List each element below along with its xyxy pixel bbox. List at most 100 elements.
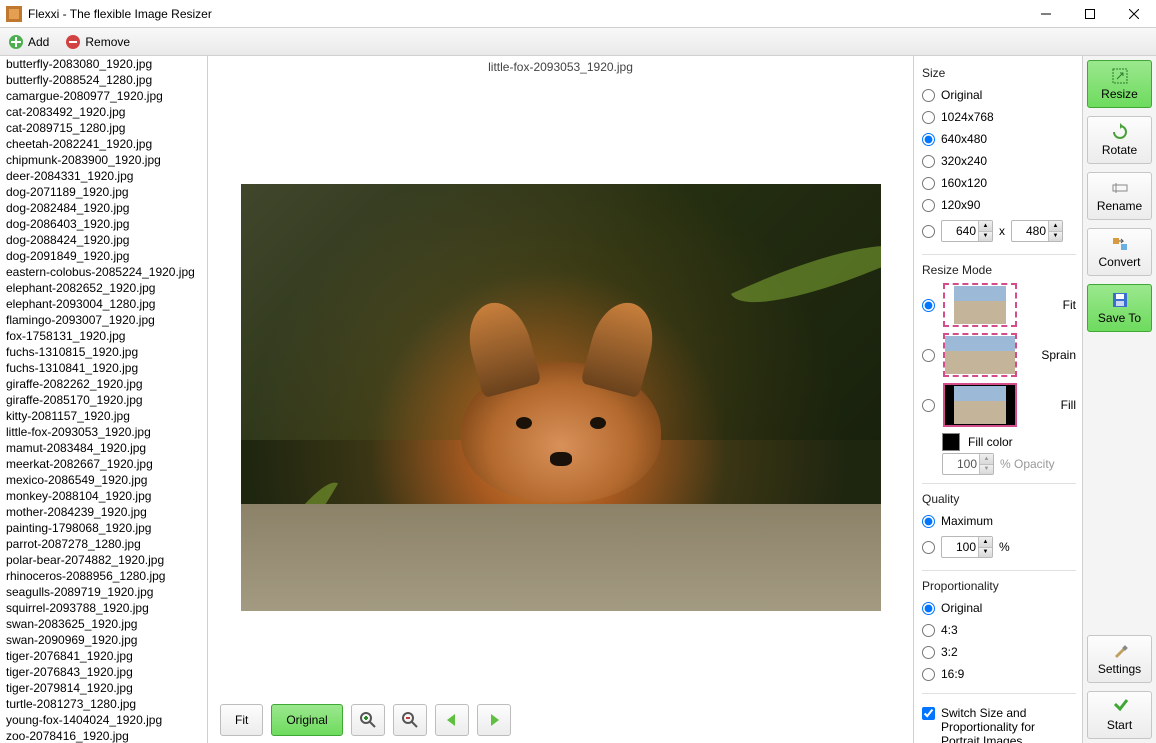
file-item[interactable]: tiger-2076841_1920.jpg [0,648,207,664]
switch-portrait-checkbox[interactable] [922,707,935,720]
file-item[interactable]: butterfly-2088524_1280.jpg [0,72,207,88]
file-item[interactable]: dog-2071189_1920.jpg [0,184,207,200]
file-item[interactable]: fuchs-1310841_1920.jpg [0,360,207,376]
file-item[interactable]: meerkat-2082667_1920.jpg [0,456,207,472]
convert-action[interactable]: Convert [1087,228,1152,276]
custom-width-input[interactable] [942,221,978,241]
file-item[interactable]: cheetah-2082241_1920.jpg [0,136,207,152]
file-item[interactable]: camargue-2080977_1920.jpg [0,88,207,104]
file-item[interactable]: chipmunk-2083900_1920.jpg [0,152,207,168]
quality-pct: % [999,540,1010,554]
settings-panel: Size Original1024x768640x480320x240160x1… [914,56,1082,743]
file-item[interactable]: cat-2083492_1920.jpg [0,104,207,120]
file-item[interactable]: fox-1758131_1920.jpg [0,328,207,344]
size-option-radio[interactable] [922,177,935,190]
file-item[interactable]: giraffe-2082262_1920.jpg [0,376,207,392]
size-option-radio[interactable] [922,155,935,168]
mode-sprain-label: Sprain [1041,348,1076,362]
quality-custom-radio[interactable] [922,541,935,554]
size-custom-radio[interactable] [922,225,935,238]
mode-fill-radio[interactable] [922,399,935,412]
remove-button[interactable]: Remove [61,32,134,52]
next-image-button[interactable] [477,704,511,736]
file-item[interactable]: monkey-2088104_1920.jpg [0,488,207,504]
file-item[interactable]: squirrel-2093788_1920.jpg [0,600,207,616]
fill-color-swatch[interactable] [942,433,960,451]
file-item[interactable]: tiger-2079814_1920.jpg [0,680,207,696]
file-item[interactable]: elephant-2093004_1280.jpg [0,296,207,312]
size-option-radio[interactable] [922,89,935,102]
file-item[interactable]: rhinoceros-2088956_1280.jpg [0,568,207,584]
file-item[interactable]: turtle-2081273_1280.jpg [0,696,207,712]
file-item[interactable]: painting-1798068_1920.jpg [0,520,207,536]
custom-height-spinner[interactable]: ▲▼ [1011,220,1063,242]
rename-icon [1111,179,1129,197]
mode-fit-radio[interactable] [922,299,935,312]
proportionality-option-radio[interactable] [922,668,935,681]
proportionality-option-radio[interactable] [922,602,935,615]
rotate-action[interactable]: Rotate [1087,116,1152,164]
proportionality-option-label: 4:3 [941,623,958,637]
custom-width-spinner[interactable]: ▲▼ [941,220,993,242]
file-item[interactable]: butterfly-2083080_1920.jpg [0,56,207,72]
size-option-radio[interactable] [922,111,935,124]
start-action[interactable]: Start [1087,691,1152,739]
file-item[interactable]: swan-2090969_1920.jpg [0,632,207,648]
file-item[interactable]: dog-2088424_1920.jpg [0,232,207,248]
settings-action[interactable]: Settings [1087,635,1152,683]
file-item[interactable]: mexico-2086549_1920.jpg [0,472,207,488]
save-to-action[interactable]: Save To [1087,284,1152,332]
proportionality-option-row: 16:9 [922,663,1076,685]
proportionality-title: Proportionality [922,579,1076,593]
action-sidebar: Resize Rotate Rename Convert Save To Set… [1082,56,1156,743]
zoom-in-button[interactable] [351,704,385,736]
file-item[interactable]: mother-2084239_1920.jpg [0,504,207,520]
file-item[interactable]: young-fox-1404024_1920.jpg [0,712,207,728]
opacity-spinner[interactable]: ▲▼ [942,453,994,475]
file-list[interactable]: butterfly-2083080_1920.jpgbutterfly-2088… [0,56,207,743]
proportionality-option-radio[interactable] [922,624,935,637]
file-item[interactable]: zoo-2078416_1920.jpg [0,728,207,743]
custom-height-input[interactable] [1012,221,1048,241]
file-item[interactable]: kitty-2081157_1920.jpg [0,408,207,424]
file-item[interactable]: fuchs-1310815_1920.jpg [0,344,207,360]
minimize-button[interactable] [1024,0,1068,28]
preview-image [241,184,881,611]
file-item[interactable]: little-fox-2093053_1920.jpg [0,424,207,440]
file-item[interactable]: swan-2083625_1920.jpg [0,616,207,632]
file-item[interactable]: deer-2084331_1920.jpg [0,168,207,184]
file-item[interactable]: flamingo-2093007_1920.jpg [0,312,207,328]
file-item[interactable]: eastern-colobus-2085224_1920.jpg [0,264,207,280]
size-option-radio[interactable] [922,133,935,146]
mode-sprain-radio[interactable] [922,349,935,362]
quality-input[interactable] [942,537,978,557]
file-item[interactable]: mamut-2083484_1920.jpg [0,440,207,456]
fit-button[interactable]: Fit [220,704,263,736]
file-item[interactable]: cat-2089715_1280.jpg [0,120,207,136]
file-item[interactable]: giraffe-2085170_1920.jpg [0,392,207,408]
zoom-out-button[interactable] [393,704,427,736]
close-button[interactable] [1112,0,1156,28]
file-item[interactable]: seagulls-2089719_1920.jpg [0,584,207,600]
mode-fill-label: Fill [1061,398,1076,412]
maximize-button[interactable] [1068,0,1112,28]
proportionality-option-radio[interactable] [922,646,935,659]
size-option-radio[interactable] [922,199,935,212]
proportionality-option-row: Original [922,597,1076,619]
rename-action[interactable]: Rename [1087,172,1152,220]
quality-max-label: Maximum [941,514,993,528]
quality-max-radio[interactable] [922,515,935,528]
resize-action[interactable]: Resize [1087,60,1152,108]
file-item[interactable]: dog-2091849_1920.jpg [0,248,207,264]
file-item[interactable]: parrot-2087278_1280.jpg [0,536,207,552]
opacity-input[interactable] [943,454,979,474]
original-button[interactable]: Original [271,704,342,736]
quality-spinner[interactable]: ▲▼ [941,536,993,558]
add-button[interactable]: Add [4,32,53,52]
file-item[interactable]: dog-2086403_1920.jpg [0,216,207,232]
file-item[interactable]: tiger-2076843_1920.jpg [0,664,207,680]
file-item[interactable]: polar-bear-2074882_1920.jpg [0,552,207,568]
file-item[interactable]: dog-2082484_1920.jpg [0,200,207,216]
file-item[interactable]: elephant-2082652_1920.jpg [0,280,207,296]
prev-image-button[interactable] [435,704,469,736]
